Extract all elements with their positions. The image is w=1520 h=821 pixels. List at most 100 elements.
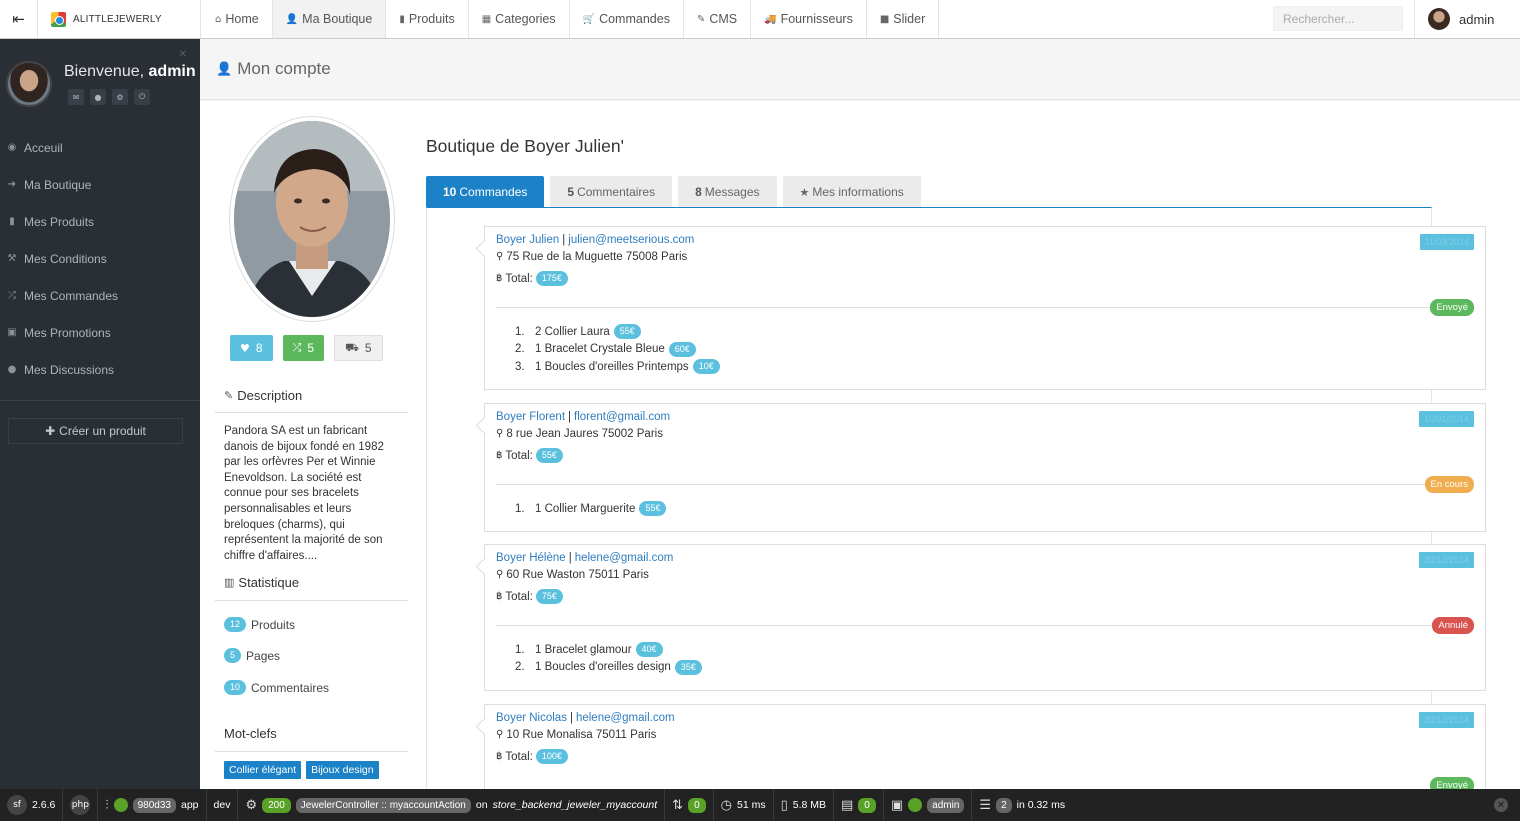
- route-prefix-text: on: [475, 799, 488, 811]
- close-icon[interactable]: ✕: [179, 49, 187, 60]
- status-badge: Envoyé: [1430, 777, 1474, 789]
- stats-title-text: Statistique: [238, 575, 300, 590]
- queries-badge: 2: [996, 797, 1012, 813]
- order-total: ฿ Total: 55€: [496, 448, 563, 463]
- total-label: Total:: [505, 272, 533, 285]
- order-address: ⚲ 10 Rue Monalisa 75011 Paris: [496, 729, 656, 741]
- keyword-tag[interactable]: Collier élégant: [224, 761, 302, 779]
- nav-fournisseurs[interactable]: 🚚 Fournisseurs: [751, 0, 867, 38]
- order-date: 10/01/2014: [1418, 411, 1474, 427]
- mail-icon[interactable]: ✉: [68, 89, 84, 105]
- nav-produits[interactable]: ▮ Produits: [386, 0, 469, 38]
- total-badge: 100€: [535, 749, 568, 764]
- plus-icon: ✚: [45, 424, 56, 438]
- customer-email-link[interactable]: julien@meetserious.com: [568, 234, 694, 246]
- status-dot: [113, 798, 128, 812]
- list-item: 2. 1 Boucles d'oreilles design 35€: [515, 659, 702, 677]
- shuffle-button[interactable]: ⤮ 5: [282, 335, 325, 361]
- divider: [0, 400, 200, 401]
- forms-info[interactable]: ⇅ 0: [665, 789, 714, 821]
- menu-toggle-icon[interactable]: ⇤: [0, 0, 38, 38]
- user-icon: 👤: [216, 61, 233, 77]
- security-info[interactable]: ▣ admin: [884, 789, 973, 821]
- tab-messages[interactable]: 8 Messages: [678, 176, 777, 208]
- create-product-label: Créer un produit: [59, 424, 146, 438]
- tab-commentaires[interactable]: 5 Commentaires: [550, 176, 673, 208]
- nav-label: Categories: [495, 12, 556, 26]
- php-info[interactable]: php: [63, 789, 99, 821]
- customer-email-link[interactable]: helene@gmail.com: [576, 712, 675, 724]
- create-product-button[interactable]: ✚ Créer un produit: [8, 418, 183, 444]
- customer-name-link[interactable]: Boyer Florent: [496, 411, 565, 423]
- bar-chart-icon: ▥: [224, 576, 235, 589]
- stat-produits: 12 Produits: [224, 617, 295, 632]
- tab-label: Messages: [704, 185, 760, 199]
- customer-name-link[interactable]: Boyer Hélène: [496, 552, 566, 564]
- likes-button[interactable]: ♥ 8: [230, 335, 273, 361]
- random-icon: ⤮: [8, 290, 16, 301]
- controller-badge: JewelerController :: myaccountAction: [295, 797, 471, 813]
- shuffle-icon: ⤮: [292, 341, 302, 354]
- user-menu[interactable]: admin: [1414, 0, 1520, 38]
- sidebar-item-ma-boutique[interactable]: ➜ Ma Boutique: [0, 166, 200, 203]
- db-info[interactable]: ☰ 2 in 0.32 ms: [972, 789, 1072, 821]
- order-header: Boyer Nicolas | helene@gmail.com: [496, 712, 675, 724]
- sidebar-item-mes-discussions[interactable]: ● Mes Discussions: [0, 351, 200, 388]
- divider: [496, 625, 1474, 626]
- gear-icon[interactable]: ⚙: [112, 89, 128, 105]
- nav-categories[interactable]: ▦ Categories: [469, 0, 570, 38]
- tab-label: Commentaires: [577, 185, 656, 199]
- sidebar-item-label: Ma Boutique: [24, 177, 92, 192]
- tab-mes-informations[interactable]: ★ Mes informations: [782, 176, 921, 208]
- env-info[interactable]: dev: [207, 789, 239, 821]
- shuffle-count: 5: [307, 341, 315, 355]
- token-badge: 980d33: [132, 797, 176, 813]
- user-icon[interactable]: ●: [90, 89, 106, 105]
- request-info[interactable]: ⚙ 200 JewelerController :: myaccountAction…: [238, 789, 666, 821]
- memory-info[interactable]: ▯ 5.8 MB: [774, 789, 834, 821]
- nav-commandes[interactable]: 🛒 Commandes: [570, 0, 684, 38]
- bitcoin-icon: ฿: [496, 591, 503, 602]
- nav-label: Ma Boutique: [302, 12, 373, 26]
- user-name: admin: [1459, 11, 1495, 27]
- sidebar-item-mes-promotions[interactable]: ▣ Mes Promotions: [0, 314, 200, 351]
- divider: [215, 412, 408, 413]
- address-text: 10 Rue Monalisa 75011 Paris: [506, 729, 657, 741]
- logs-info[interactable]: ▤ 0: [834, 789, 884, 821]
- tab-label: Commandes: [459, 185, 528, 199]
- nav-slider[interactable]: ■ Slider: [867, 0, 940, 38]
- description-text: Pandora SA est un fabricant danois de bi…: [224, 425, 384, 562]
- customer-name-link[interactable]: Boyer Julien: [496, 234, 559, 246]
- time-info[interactable]: ◷ 51 ms: [714, 789, 774, 821]
- brand-name: ALITTLEJEWERLY: [73, 13, 162, 25]
- sidebar-item-acceuil[interactable]: ◉ Acceuil: [0, 129, 200, 166]
- order-card: Boyer Florent | florent@gmail.com ⚲ 8 rue J…: [484, 403, 1486, 532]
- symfony-version[interactable]: sf 2.6.6: [0, 789, 64, 821]
- total-label: Total:: [505, 750, 533, 763]
- shop-tabs: 10 Commandes 5 Commentaires 8 Messages ★ Mes…: [426, 176, 921, 208]
- nav-home[interactable]: ⌂ Home: [202, 0, 273, 38]
- delivery-button[interactable]: ⛟ 5: [334, 335, 383, 361]
- nav-label: CMS: [709, 12, 738, 26]
- price-badge: 55€: [613, 324, 641, 340]
- keyword-tag[interactable]: Bijoux design: [306, 761, 379, 779]
- divider: [496, 484, 1474, 485]
- search-input[interactable]: [1273, 6, 1403, 31]
- sidebar-item-mes-produits[interactable]: ▮ Mes Produits: [0, 203, 200, 240]
- config-info[interactable]: ⫶ 980d33 app: [98, 789, 207, 821]
- memory-icon: ▯: [780, 797, 788, 813]
- customer-email-link[interactable]: helene@gmail.com: [575, 552, 674, 564]
- close-icon[interactable]: ✕: [1494, 798, 1508, 812]
- customer-email-link[interactable]: florent@gmail.com: [574, 411, 670, 423]
- brand[interactable]: ALITTLEJEWERLY: [38, 0, 201, 38]
- php-icon: php: [70, 795, 91, 815]
- power-icon[interactable]: ⏻: [134, 89, 150, 105]
- tab-commandes[interactable]: 10 Commandes: [426, 176, 545, 208]
- customer-name-link[interactable]: Boyer Nicolas: [496, 712, 567, 724]
- sidebar-item-mes-commandes[interactable]: ⤮ Mes Commandes: [0, 277, 200, 314]
- nav-ma-boutique[interactable]: 👤 Ma Boutique: [272, 0, 387, 38]
- address-text: 8 rue Jean Jaures 75002 Paris: [506, 428, 663, 440]
- sidebar-item-mes-conditions[interactable]: ⚒ Mes Conditions: [0, 240, 200, 277]
- nav-cms[interactable]: ✎ CMS: [684, 0, 752, 38]
- sidebar-item-label: Acceuil: [24, 140, 63, 155]
